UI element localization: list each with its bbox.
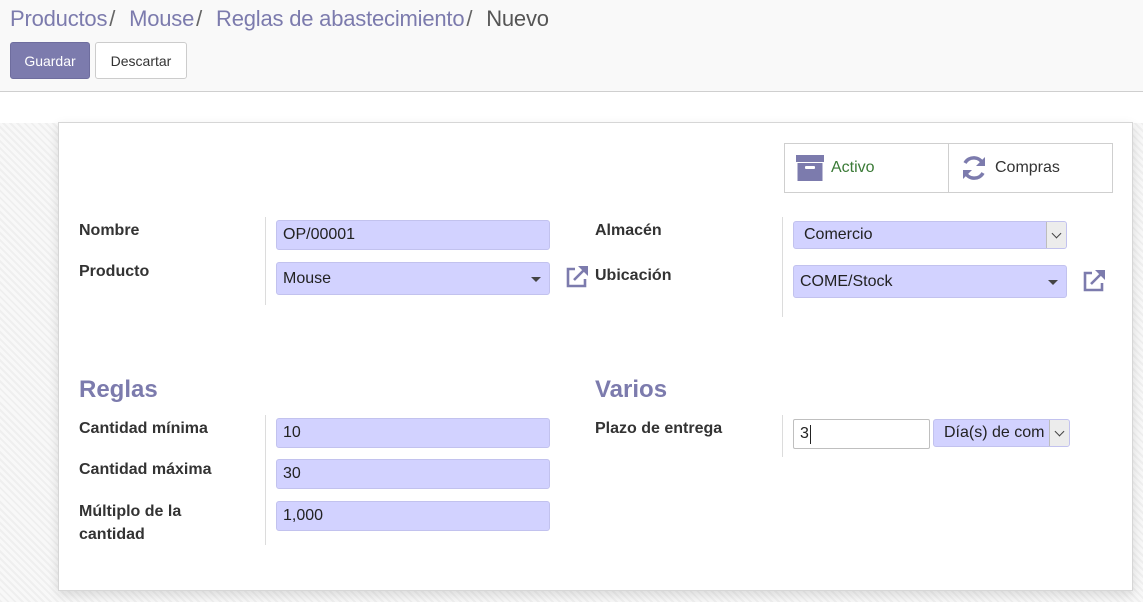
text-cursor xyxy=(809,424,811,444)
lead-time-unit-select[interactable]: Día(s) de com xyxy=(933,419,1070,447)
divider xyxy=(265,415,266,545)
discard-button[interactable]: Descartar xyxy=(95,42,187,79)
section-title-varios: Varios xyxy=(595,376,668,403)
refresh-icon xyxy=(959,153,989,183)
multiple-label-line1: Múltiplo de la xyxy=(79,503,182,520)
location-label: Ubicación xyxy=(595,267,672,284)
location-select[interactable]: COME/Stock xyxy=(793,265,1067,298)
active-toggle-button[interactable]: Activo xyxy=(784,143,949,193)
multiple-label-line2: cantidad xyxy=(79,526,145,543)
chevron-down-icon xyxy=(1046,222,1066,248)
divider xyxy=(265,217,266,305)
purchases-button[interactable]: Compras xyxy=(948,143,1113,193)
warehouse-select[interactable]: Comercio xyxy=(793,221,1067,249)
breadcrumb-separator: / xyxy=(109,6,116,31)
save-button[interactable]: Guardar xyxy=(10,42,90,79)
divider xyxy=(782,415,783,457)
warehouse-value: Comercio xyxy=(804,226,873,243)
purchases-label: Compras xyxy=(995,159,1060,176)
control-panel: Productos/ Mouse/ Reglas de abastecimien… xyxy=(0,0,1143,92)
divider xyxy=(782,217,783,317)
archive-icon xyxy=(795,153,825,183)
lead-time-input[interactable]: 3 xyxy=(793,419,930,449)
breadcrumb-separator: / xyxy=(196,6,203,31)
chevron-down-icon xyxy=(1049,420,1069,446)
max-qty-label: Cantidad máxima xyxy=(79,461,212,478)
external-link-icon[interactable] xyxy=(1081,268,1107,294)
breadcrumb-item-reglas[interactable]: Reglas de abastecimiento xyxy=(216,6,465,31)
breadcrumb: Productos/ Mouse/ Reglas de abastecimien… xyxy=(10,6,549,32)
breadcrumb-current: Nuevo xyxy=(486,6,549,31)
active-label: Activo xyxy=(831,159,875,176)
multiple-qty-input[interactable]: 1,000 xyxy=(276,501,550,531)
name-input[interactable]: OP/00001 xyxy=(276,220,550,250)
chevron-down-icon xyxy=(531,276,541,282)
lead-time-unit-value: Día(s) de com xyxy=(944,424,1045,441)
name-label: Nombre xyxy=(79,222,140,239)
section-title-reglas: Reglas xyxy=(79,376,158,403)
form-sheet: Activo Compras Nombre Producto OP/00001 … xyxy=(58,122,1133,591)
lead-time-value: 3 xyxy=(800,425,809,442)
product-select[interactable]: Mouse xyxy=(276,262,550,295)
chevron-down-icon xyxy=(1048,279,1058,285)
breadcrumb-separator: / xyxy=(466,6,473,31)
breadcrumb-item-productos[interactable]: Productos xyxy=(10,6,107,31)
lead-time-label: Plazo de entrega xyxy=(595,420,723,437)
breadcrumb-item-mouse[interactable]: Mouse xyxy=(129,6,194,31)
warehouse-label: Almacén xyxy=(595,222,662,239)
max-qty-input[interactable]: 30 xyxy=(276,459,550,489)
multiple-label: Múltiplo de la cantidad xyxy=(79,500,181,546)
min-qty-input[interactable]: 10 xyxy=(276,418,550,448)
product-value: Mouse xyxy=(283,269,332,287)
product-label: Producto xyxy=(79,263,150,280)
external-link-icon[interactable] xyxy=(564,264,590,290)
min-qty-label: Cantidad mínima xyxy=(79,420,208,437)
location-value: COME/Stock xyxy=(800,272,893,290)
